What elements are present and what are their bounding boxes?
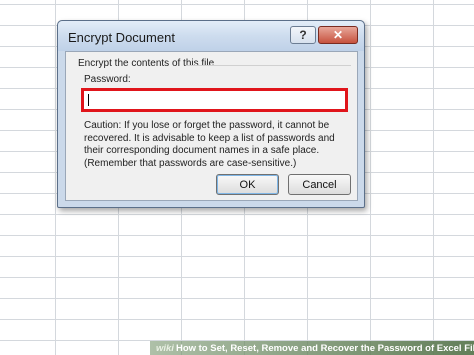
wiki-logo: wiki (156, 342, 174, 354)
help-icon: ? (299, 28, 307, 42)
cancel-button[interactable]: Cancel (288, 174, 351, 195)
watermark-bar: wiki How to Set, Reset, Remove and Recov… (150, 341, 474, 355)
close-icon: ✕ (332, 28, 344, 42)
caution-text: Caution: If you lose or forget the passw… (84, 120, 335, 169)
close-button[interactable]: ✕ (318, 26, 358, 44)
watermark-title: How to Set, Reset, Remove and Recover th… (175, 342, 474, 354)
dialog-content-panel: Encrypt the contents of this file Passwo… (65, 51, 358, 201)
text-caret (88, 94, 89, 106)
help-button[interactable]: ? (290, 26, 316, 44)
encrypt-document-dialog: Encrypt Document ? ✕ Encrypt the content… (57, 20, 365, 208)
ok-button[interactable]: OK (216, 174, 279, 195)
group-label: Encrypt the contents of this file (78, 58, 215, 69)
group-divider (186, 65, 351, 66)
dialog-title: Encrypt Document (68, 30, 175, 45)
dialog-titlebar: Encrypt Document ? ✕ (58, 21, 364, 51)
password-label: Password: (84, 74, 131, 85)
password-field[interactable] (81, 88, 348, 112)
